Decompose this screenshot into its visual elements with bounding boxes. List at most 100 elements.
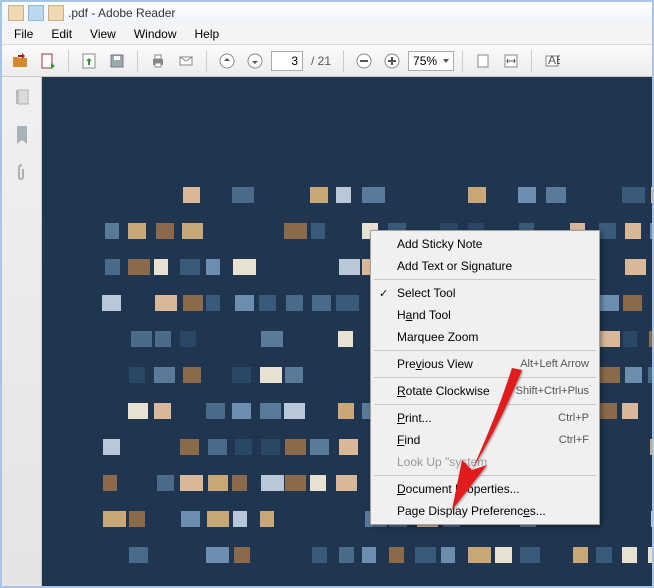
redacted-text [286, 295, 303, 311]
prev-page-button[interactable] [215, 49, 239, 73]
ctx-marquee-zoom[interactable]: Marquee Zoom [373, 326, 597, 348]
redacted-text [338, 331, 353, 347]
menu-view[interactable]: View [82, 25, 124, 43]
redacted-text [285, 367, 303, 383]
menu-help[interactable]: Help [187, 25, 228, 43]
separator [206, 50, 207, 72]
redacted-text [599, 223, 616, 239]
redacted-text [206, 259, 220, 275]
ctx-select-tool[interactable]: ✓Select Tool [373, 282, 597, 304]
redacted-text [260, 511, 274, 527]
redacted-text [180, 475, 203, 491]
open-button[interactable] [8, 49, 32, 73]
redacted-text [468, 187, 486, 203]
redacted-text [625, 259, 646, 275]
save-button[interactable] [105, 49, 129, 73]
redacted-text [233, 511, 247, 527]
redacted-text [180, 259, 200, 275]
redacted-text [625, 223, 641, 239]
redacted-text [206, 403, 225, 419]
page-number-input[interactable] [271, 51, 303, 71]
redacted-text [573, 547, 588, 563]
redacted-text [260, 403, 281, 419]
create-pdf-button[interactable] [36, 49, 60, 73]
redacted-text [208, 439, 227, 455]
redacted-text [259, 295, 276, 311]
redacted-text [312, 547, 327, 563]
redacted-text [310, 439, 329, 455]
redacted-text [260, 367, 282, 383]
redacted-text [339, 439, 358, 455]
ctx-previous-view[interactable]: Previous ViewAlt+Left Arrow [373, 353, 597, 375]
ctx-document-properties[interactable]: Document Properties... [373, 478, 597, 500]
next-page-button[interactable] [243, 49, 267, 73]
redacted-text [234, 547, 250, 563]
ctx-add-text-signature[interactable]: Add Text or Signature [373, 255, 597, 277]
separator [531, 50, 532, 72]
redacted-text [232, 403, 251, 419]
bookmarks-panel-button[interactable] [12, 125, 32, 145]
redacted-text [339, 547, 354, 563]
redacted-text [623, 331, 637, 347]
ctx-find[interactable]: FindCtrl+F [373, 429, 597, 451]
attachments-panel-button[interactable] [12, 163, 32, 183]
redacted-text [284, 223, 307, 239]
email-button[interactable] [174, 49, 198, 73]
separator [374, 377, 596, 378]
redacted-text [181, 511, 200, 527]
fit-page-button[interactable] [471, 49, 495, 73]
redacted-text [599, 331, 620, 347]
redacted-text [285, 475, 306, 491]
menu-file[interactable]: File [6, 25, 41, 43]
redacted-text [468, 547, 491, 563]
print-button[interactable] [146, 49, 170, 73]
convert-button[interactable] [77, 49, 101, 73]
menu-edit[interactable]: Edit [43, 25, 80, 43]
redacted-text [441, 547, 455, 563]
redacted-text [155, 295, 177, 311]
redacted-text [520, 547, 540, 563]
ctx-page-display-preferences[interactable]: Page Display Preferences... [373, 500, 597, 522]
redacted-text [651, 511, 652, 527]
redacted-text [518, 187, 536, 203]
zoom-value: 75% [413, 54, 437, 68]
redacted-text [362, 187, 385, 203]
redacted-text [102, 295, 121, 311]
redacted-text [128, 223, 146, 239]
redacted-text [183, 187, 200, 203]
ctx-add-sticky-note[interactable]: Add Sticky Note [373, 233, 597, 255]
zoom-select[interactable]: 75% [408, 51, 454, 71]
redacted-text [495, 547, 512, 563]
redacted-text [336, 475, 357, 491]
file-thumb-1 [8, 5, 24, 21]
redacted-text [232, 367, 251, 383]
file-thumb-3 [48, 5, 64, 21]
zoom-in-button[interactable] [380, 49, 404, 73]
redacted-text [336, 187, 351, 203]
redacted-text [650, 439, 652, 455]
separator [374, 350, 596, 351]
redacted-text [261, 331, 283, 347]
read-mode-button[interactable]: ABC [540, 49, 564, 73]
redacted-text [650, 223, 652, 239]
ctx-rotate-clockwise[interactable]: Rotate ClockwiseShift+Ctrl+Plus [373, 380, 597, 402]
redacted-text [389, 547, 404, 563]
redacted-text [105, 259, 120, 275]
redacted-text [128, 403, 148, 419]
ctx-hand-tool[interactable]: Hand Tool [373, 304, 597, 326]
check-icon: ✓ [379, 287, 388, 300]
zoom-out-button[interactable] [352, 49, 376, 73]
redacted-text [597, 403, 617, 419]
context-menu: Add Sticky Note Add Text or Signature ✓S… [370, 230, 600, 525]
redacted-text [338, 403, 354, 419]
redacted-text [206, 295, 220, 311]
redacted-text [310, 187, 328, 203]
redacted-text [154, 403, 171, 419]
separator [137, 50, 138, 72]
thumbnails-panel-button[interactable] [12, 87, 32, 107]
menu-window[interactable]: Window [126, 25, 185, 43]
redacted-text [284, 403, 305, 419]
ctx-print[interactable]: Print...Ctrl+P [373, 407, 597, 429]
fit-width-button[interactable] [499, 49, 523, 73]
redacted-text [157, 475, 174, 491]
